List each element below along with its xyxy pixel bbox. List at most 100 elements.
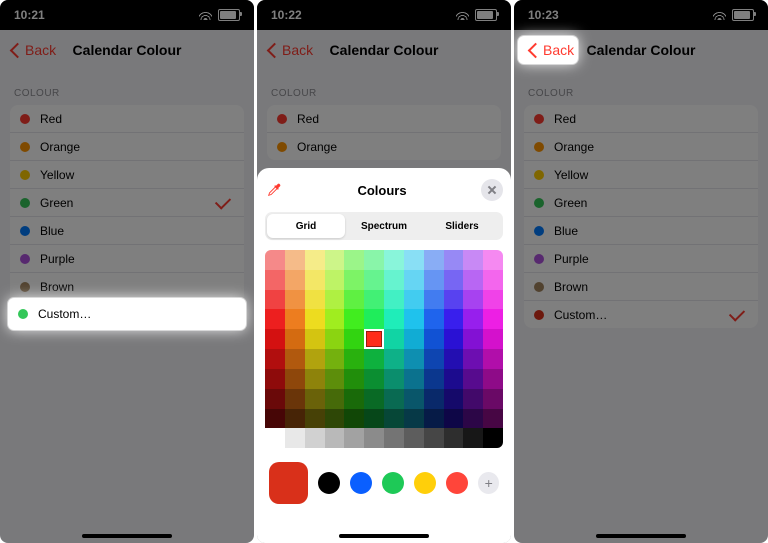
colour-row[interactable]: Orange [267,132,501,160]
colour-row[interactable]: Blue [10,216,244,244]
colour-row[interactable]: Green [524,188,758,216]
grid-cell[interactable] [404,409,424,429]
grid-cell[interactable] [265,369,285,389]
colour-row[interactable]: Purple [524,244,758,272]
grid-cell[interactable] [265,250,285,270]
grid-cell[interactable] [444,409,464,429]
grid-cell[interactable] [384,329,404,349]
grid-cell[interactable] [424,369,444,389]
grid-cell[interactable] [305,409,325,429]
grid-cell[interactable] [444,329,464,349]
grid-cell[interactable] [325,290,345,310]
grid-cell[interactable] [364,309,384,329]
grid-cell[interactable] [483,309,503,329]
grid-cell[interactable] [444,389,464,409]
grid-cell[interactable] [285,389,305,409]
close-button[interactable] [481,179,503,201]
grid-cell[interactable] [463,428,483,448]
grid-cell[interactable] [463,389,483,409]
grid-cell[interactable] [424,250,444,270]
grid-cell[interactable] [483,250,503,270]
grid-cell[interactable] [444,369,464,389]
colour-row[interactable]: Red [524,105,758,132]
grid-cell[interactable] [384,369,404,389]
grid-cell[interactable] [444,290,464,310]
grid-cell[interactable] [444,250,464,270]
back-button[interactable]: Back [263,38,319,62]
colour-row[interactable]: Yellow [10,160,244,188]
grid-cell[interactable] [265,290,285,310]
grid-cell[interactable] [444,309,464,329]
grid-cell[interactable] [483,349,503,369]
preset-swatch[interactable] [350,472,372,494]
grid-cell[interactable] [384,250,404,270]
preset-swatch[interactable] [446,472,468,494]
grid-cell[interactable] [285,369,305,389]
grid-cell[interactable] [305,250,325,270]
grid-cell[interactable] [463,309,483,329]
colour-row[interactable]: Brown [524,272,758,300]
grid-cell[interactable] [305,290,325,310]
grid-cell[interactable] [285,428,305,448]
preset-swatch[interactable] [414,472,436,494]
grid-cell[interactable] [483,369,503,389]
grid-cell[interactable] [424,290,444,310]
grid-cell[interactable] [364,349,384,369]
grid-cell[interactable] [404,428,424,448]
grid-cell[interactable] [364,389,384,409]
grid-cell[interactable] [404,250,424,270]
grid-cell[interactable] [325,270,345,290]
grid-cell[interactable] [265,329,285,349]
grid-cell[interactable] [404,349,424,369]
grid-cell[interactable] [483,389,503,409]
grid-cell[interactable] [325,409,345,429]
grid-cell[interactable] [424,389,444,409]
grid-cell[interactable] [285,309,305,329]
grid-cell[interactable] [483,290,503,310]
grid-cell[interactable] [364,428,384,448]
grid-cell[interactable] [285,290,305,310]
grid-cell[interactable] [424,409,444,429]
grid-cell[interactable] [265,349,285,369]
colour-row[interactable]: Brown [10,272,244,300]
grid-cell[interactable] [444,349,464,369]
grid-cell[interactable] [384,349,404,369]
grid-cell[interactable] [384,389,404,409]
grid-cell[interactable] [305,369,325,389]
grid-cell[interactable] [305,329,325,349]
grid-cell[interactable] [305,309,325,329]
grid-cell[interactable] [384,428,404,448]
grid-cell[interactable] [325,428,345,448]
grid-cell[interactable] [344,349,364,369]
grid-cell[interactable] [364,409,384,429]
colour-row[interactable]: Custom… [524,300,758,328]
grid-cell[interactable] [404,389,424,409]
grid-cell[interactable] [424,309,444,329]
grid-cell[interactable] [384,290,404,310]
grid-cell[interactable] [285,349,305,369]
tab-grid[interactable]: Grid [267,214,345,238]
grid-cell[interactable] [265,409,285,429]
colour-row[interactable]: Purple [10,244,244,272]
grid-cell[interactable] [424,428,444,448]
grid-cell[interactable] [483,428,503,448]
grid-cell[interactable] [384,309,404,329]
grid-cell[interactable] [344,409,364,429]
grid-cell[interactable] [424,329,444,349]
grid-cell[interactable] [384,409,404,429]
grid-cell[interactable] [325,349,345,369]
grid-cell[interactable] [344,290,364,310]
grid-cell[interactable] [344,309,364,329]
grid-cell[interactable] [463,369,483,389]
grid-cell[interactable] [344,428,364,448]
grid-cell[interactable] [463,349,483,369]
grid-cell[interactable] [265,309,285,329]
grid-cell[interactable] [424,349,444,369]
colour-grid[interactable] [265,250,503,448]
add-preset-button[interactable]: + [478,472,499,494]
grid-cell[interactable] [364,250,384,270]
grid-cell[interactable] [463,409,483,429]
grid-cell[interactable] [384,270,404,290]
grid-cell[interactable] [325,309,345,329]
back-button[interactable]: Back [6,38,62,62]
